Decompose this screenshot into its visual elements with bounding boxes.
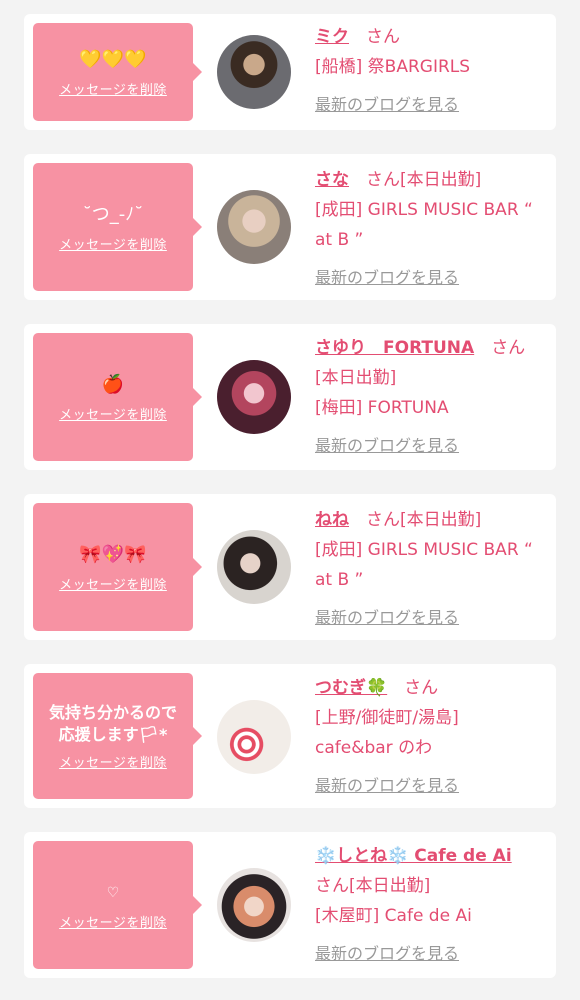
- shop-label: [成田] GIRLS MUSIC BAR “ at B ”: [315, 200, 533, 250]
- message-card: ˘つ_-ﾉ˘ メッセージを削除 さな さん[本日出勤] [成田] GIRLS M…: [24, 154, 556, 300]
- message-text: ♡: [106, 884, 120, 901]
- cast-name-link[interactable]: さな: [315, 170, 349, 190]
- honorific: さん: [366, 27, 400, 47]
- avatar[interactable]: [217, 360, 291, 434]
- cast-name-link[interactable]: ❄️しとね❄️ Cafe de Ai: [315, 846, 512, 866]
- latest-blog-link[interactable]: 最新のブログを見る: [315, 939, 547, 969]
- message-text: 🎀💖🎀: [79, 543, 147, 565]
- latest-blog-link[interactable]: 最新のブログを見る: [315, 431, 547, 461]
- avatar[interactable]: [217, 35, 291, 109]
- message-bubble: ˘つ_-ﾉ˘ メッセージを削除: [33, 163, 202, 291]
- message-text: ˘つ_-ﾉ˘: [82, 203, 144, 225]
- status-badge: [本日出勤]: [400, 170, 482, 190]
- shop-label: [船橋] 祭BARGIRLS: [315, 57, 471, 77]
- message-bubble: 💛💛💛 メッセージを削除: [33, 23, 202, 121]
- shop-label: [成田] GIRLS MUSIC BAR “ at B ”: [315, 540, 533, 590]
- shop-label: [梅田] FORTUNA: [315, 398, 449, 418]
- cast-name-link[interactable]: つむぎ🍀: [315, 678, 387, 698]
- cast-name-link[interactable]: ねね: [315, 510, 349, 530]
- message-card: ♡ メッセージを削除 ❄️しとね❄️ Cafe de Ai さん[本日出勤] […: [24, 832, 556, 978]
- message-text: 🍎: [101, 373, 125, 395]
- message-text: 💛💛💛: [79, 48, 147, 70]
- status-badge: [本日出勤]: [315, 368, 397, 388]
- delete-message-button[interactable]: メッセージを削除: [59, 234, 167, 253]
- message-card: 🍎 メッセージを削除 さゆり FORTUNA さん [本日出勤] [梅田] FO…: [24, 324, 556, 470]
- cast-name-link[interactable]: さゆり FORTUNA: [315, 338, 474, 358]
- message-bubble: ♡ メッセージを削除: [33, 841, 202, 969]
- honorific: さん: [315, 876, 349, 896]
- honorific: さん: [366, 170, 400, 190]
- delete-message-button[interactable]: メッセージを削除: [59, 912, 167, 931]
- honorific: さん: [404, 678, 439, 698]
- message-bubble: 🍎 メッセージを削除: [33, 333, 202, 461]
- message-text: 気持ち分かるので応援します🏳*: [48, 702, 177, 744]
- honorific: さん: [366, 510, 400, 530]
- status-badge: [本日出勤]: [400, 510, 482, 530]
- message-card: 💛💛💛 メッセージを削除 ミク さん [船橋] 祭BARGIRLS 最新のブログ…: [24, 14, 556, 130]
- delete-message-button[interactable]: メッセージを削除: [59, 752, 167, 771]
- shop-label: [上野/御徒町/湯島] cafe&bar のわ: [315, 708, 459, 758]
- message-card: 🎀💖🎀 メッセージを削除 ねね さん[本日出勤] [成田] GIRLS MUSI…: [24, 494, 556, 640]
- status-badge: [本日出勤]: [349, 876, 431, 896]
- avatar[interactable]: [217, 530, 291, 604]
- latest-blog-link[interactable]: 最新のブログを見る: [315, 90, 547, 120]
- avatar[interactable]: [217, 700, 291, 774]
- latest-blog-link[interactable]: 最新のブログを見る: [315, 771, 547, 801]
- avatar[interactable]: [217, 190, 291, 264]
- message-card: 気持ち分かるので応援します🏳* メッセージを削除 つむぎ🍀 さん [上野/御徒町…: [24, 664, 556, 808]
- message-bubble: 🎀💖🎀 メッセージを削除: [33, 503, 202, 631]
- message-bubble: 気持ち分かるので応援します🏳* メッセージを削除: [33, 673, 202, 799]
- delete-message-button[interactable]: メッセージを削除: [59, 404, 167, 423]
- latest-blog-link[interactable]: 最新のブログを見る: [315, 603, 547, 633]
- delete-message-button[interactable]: メッセージを削除: [59, 79, 167, 98]
- latest-blog-link[interactable]: 最新のブログを見る: [315, 263, 547, 293]
- shop-label: [木屋町] Cafe de Ai: [315, 906, 472, 926]
- avatar[interactable]: [217, 868, 291, 942]
- delete-message-button[interactable]: メッセージを削除: [59, 574, 167, 593]
- honorific: さん: [491, 338, 526, 358]
- cast-name-link[interactable]: ミク: [315, 27, 349, 47]
